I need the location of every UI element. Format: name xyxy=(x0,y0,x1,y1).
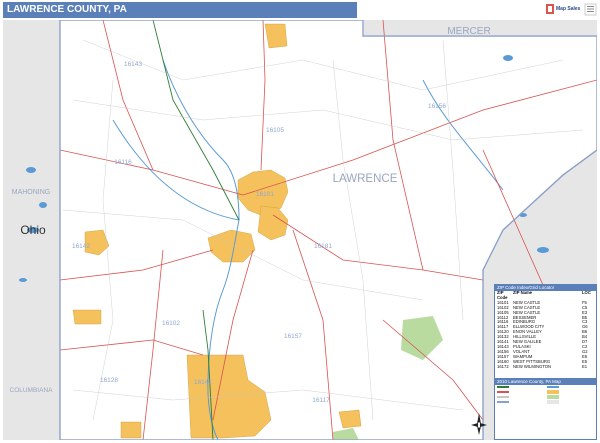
compass-rose-icon xyxy=(470,412,488,438)
zip-label: 16157 xyxy=(284,333,302,340)
urban-swatch xyxy=(547,390,559,395)
zip-label: 16141 xyxy=(194,379,212,386)
page-title: LAWRENCE COUNTY, PA xyxy=(3,2,357,18)
zip-label: 16117 xyxy=(312,397,330,404)
zip-label: 16102 xyxy=(162,320,180,327)
zip-label: 16105 xyxy=(266,127,284,134)
interstate-swatch xyxy=(497,386,509,389)
water-swatch xyxy=(547,386,559,389)
columbiana-label: COLUMBIANA xyxy=(10,387,54,394)
zip-label: 16143 xyxy=(124,61,142,68)
boundary-swatch xyxy=(497,400,509,403)
zip-name-cell: NEW WILMINGTON xyxy=(513,363,552,369)
zip-index-header: ZIP Code ZIP Name LOC xyxy=(495,290,596,301)
ohio-label: Ohio xyxy=(20,223,46,237)
publisher-logo: Map Sales xyxy=(545,2,597,18)
outside-swatch xyxy=(547,399,559,404)
zip-code-index: ZIP Code Index/Grid Locator ZIP Code ZIP… xyxy=(494,284,597,386)
loc-cell: E1 xyxy=(582,363,588,369)
county-label: LAWRENCE xyxy=(333,173,398,185)
zip-label: 16128 xyxy=(100,377,118,384)
zip-label: 16142 xyxy=(72,243,90,250)
map-legend: 2010 Lawrence County, PA Map xyxy=(494,378,597,440)
zip-label: 16101 xyxy=(256,191,274,198)
map-page: LAWRENCE COUNTY, PA Map Sales LAWRENCE M… xyxy=(0,0,600,442)
local-road-swatch xyxy=(497,395,509,398)
legend-symbols xyxy=(495,385,596,404)
zip-label: 16116 xyxy=(114,159,132,166)
highway-swatch xyxy=(497,391,509,394)
logo-text: Map Sales xyxy=(556,6,581,12)
zip-label: 16156 xyxy=(428,103,446,110)
zip-index-rows: 16101 NEW CASTLE F5 16102 NEW CASTLE C5 16105 N… xyxy=(495,300,596,370)
mahoning-label: MAHONING xyxy=(12,189,51,196)
zip-code-cell: 16172 xyxy=(497,363,509,369)
park-swatch xyxy=(547,394,559,399)
zip-label: 16181 xyxy=(314,243,332,250)
zip-index-row: 16172 NEW WILMINGTON E1 xyxy=(495,363,596,370)
mercer-label: MERCER xyxy=(447,26,490,37)
